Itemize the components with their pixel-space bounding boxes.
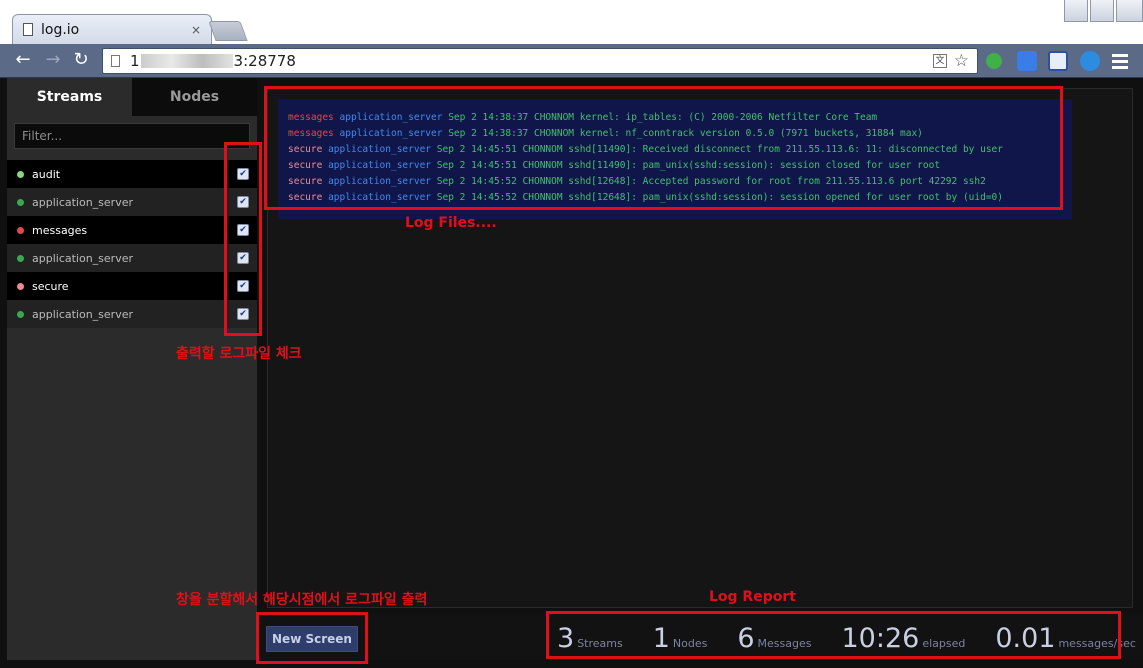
tab-close-icon[interactable]: × <box>191 23 201 37</box>
reload-icon[interactable]: ↻ <box>70 49 92 71</box>
sidebar: Streams Nodes audit✔application_server✔m… <box>7 78 257 660</box>
stream-label: messages <box>32 223 88 237</box>
stream-color-dot <box>17 282 24 290</box>
address-bar[interactable]: 1 3:28778 文 ☆ <box>102 48 978 74</box>
back-arrow-icon[interactable]: ← <box>12 49 34 71</box>
stream-color-dot <box>17 198 24 206</box>
forward-arrow-icon[interactable]: → <box>42 49 64 71</box>
minimize-button[interactable] <box>1064 0 1088 22</box>
page-icon <box>23 23 33 36</box>
tab-nodes[interactable]: Nodes <box>132 78 257 116</box>
browser-titlebar: log.io × <box>0 0 1143 44</box>
url-redacted <box>140 54 233 68</box>
stream-list: audit ✔ application_server ✔ messages ✔ applic… <box>7 160 257 328</box>
extension-green-icon[interactable] <box>986 53 1002 69</box>
annotation-box-logs <box>264 86 1063 210</box>
close-window-button[interactable] <box>1116 0 1143 22</box>
stream-label: audit <box>32 167 61 181</box>
stream-label: application_server <box>32 195 133 209</box>
stream-label: application_server <box>32 251 133 265</box>
annotation-check: 출력할 로그파일 체크 <box>176 346 302 362</box>
tab-title: log.io <box>41 21 80 38</box>
stream-color-dot <box>17 226 24 234</box>
menu-icon[interactable] <box>1112 51 1128 71</box>
browser-toolbar: ← → ↻ 1 3:28778 文 ☆ <box>0 44 1143 78</box>
filter-input[interactable] <box>14 123 250 149</box>
annotation-split: 창을 분할해서 해당시점에서 로그파일 출력 <box>176 592 428 608</box>
extension-download-icon[interactable] <box>1080 51 1100 71</box>
bookmark-star-icon[interactable]: ☆ <box>954 51 969 71</box>
stream-color-dot <box>17 310 24 318</box>
annotation-box-checks <box>224 142 262 336</box>
stream-item[interactable]: secure ✔ <box>7 272 257 300</box>
annotation-box-report <box>546 611 1121 659</box>
stream-label: secure <box>32 279 69 293</box>
new-tab-button[interactable] <box>208 21 248 41</box>
url-suffix: 3:28778 <box>233 52 296 70</box>
maximize-button[interactable] <box>1090 0 1114 22</box>
extension-calendar-icon[interactable] <box>1048 51 1068 71</box>
annotation-log-files: Log Files.... <box>405 215 497 231</box>
stream-item[interactable]: audit ✔ <box>7 160 257 188</box>
stream-item[interactable]: messages ✔ <box>7 216 257 244</box>
stream-color-dot <box>17 254 24 262</box>
stream-label: application_server <box>32 307 133 321</box>
browser-tab[interactable]: log.io × <box>12 14 212 44</box>
tab-streams[interactable]: Streams <box>7 78 132 116</box>
stream-node-item[interactable]: application_server ✔ <box>7 244 257 272</box>
page-info-icon <box>111 55 120 67</box>
translate-icon[interactable]: 文 <box>933 54 947 68</box>
url-prefix: 1 <box>130 52 140 70</box>
stream-node-item[interactable]: application_server ✔ <box>7 188 257 216</box>
stream-color-dot <box>17 170 24 178</box>
sidebar-tabs: Streams Nodes <box>7 78 257 116</box>
annotation-report: Log Report <box>709 589 796 605</box>
stream-node-item[interactable]: application_server ✔ <box>7 300 257 328</box>
annotation-box-newscreen <box>256 612 368 664</box>
extension-check-icon[interactable] <box>1017 51 1037 71</box>
